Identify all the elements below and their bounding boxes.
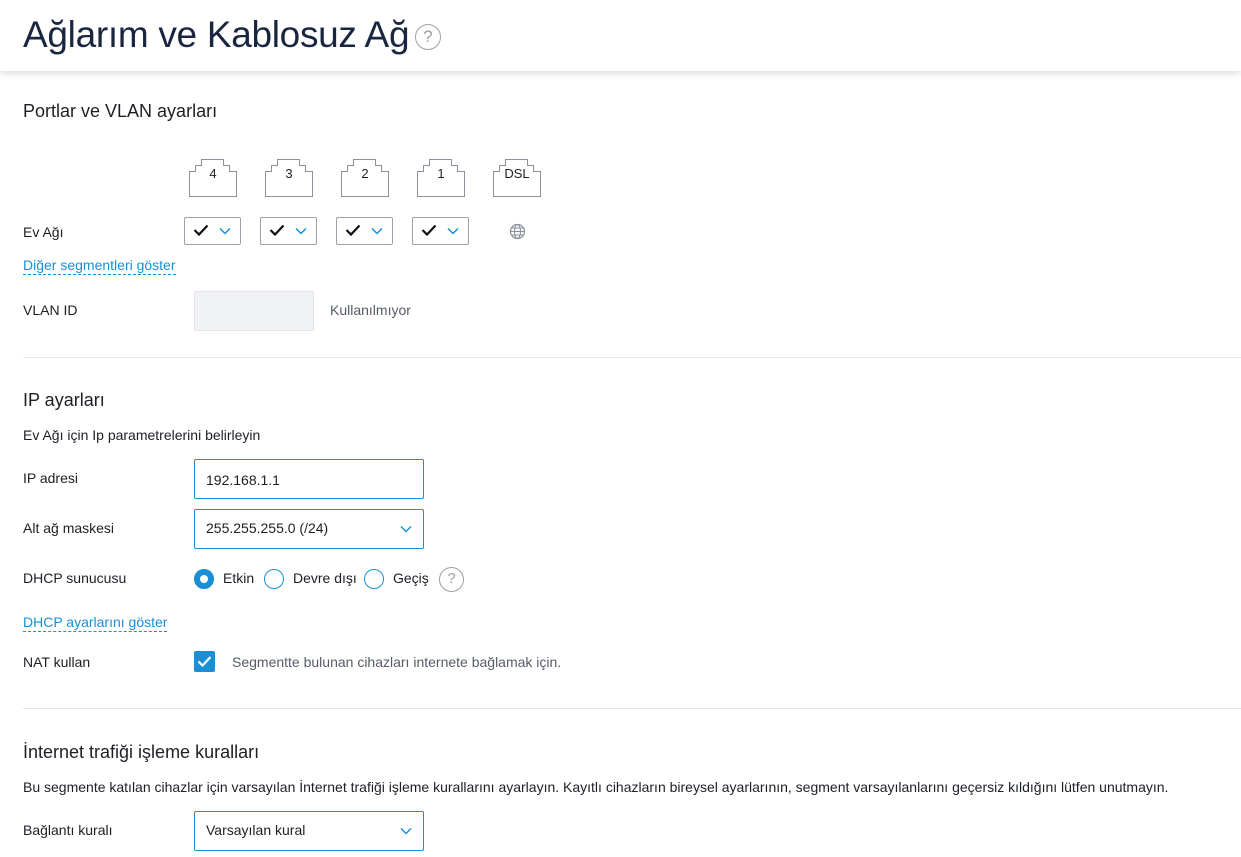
connection-rule-value: Varsayılan kural: [206, 822, 306, 838]
subnet-mask-label: Alt ağ maskesi: [23, 520, 115, 536]
segment-label: Ev Ağı: [23, 224, 64, 240]
page-header: Ağlarım ve Kablosuz Ağ ?: [0, 0, 1241, 71]
dhcp-disabled-radio[interactable]: [264, 569, 284, 589]
nat-description: Segmentte bulunan cihazları internete ba…: [232, 654, 562, 670]
port-label: DSL: [504, 166, 530, 181]
check-icon: [197, 656, 212, 668]
port-label: 1: [437, 166, 445, 181]
ports-section-title: Portlar ve VLAN ayarları: [23, 101, 218, 121]
chevron-down-icon: [371, 227, 383, 235]
port-1: 1: [417, 156, 467, 197]
port-2: 2: [341, 156, 391, 197]
section-divider: [23, 708, 1241, 709]
port-3-select[interactable]: [260, 217, 317, 245]
ip-section-title: IP ayarları: [23, 390, 105, 410]
ip-address-value: 192.168.1.1: [206, 472, 280, 488]
traffic-section-title: İnternet trafiği işleme kuralları: [23, 742, 260, 762]
show-other-segments-link[interactable]: Diğer segmentleri göster: [23, 257, 176, 275]
check-icon: [345, 224, 361, 237]
dhcp-relay-label[interactable]: Geçiş: [393, 570, 429, 586]
dhcp-help-icon[interactable]: ?: [439, 567, 464, 592]
subnet-mask-value: 255.255.255.0 (/24): [206, 520, 329, 536]
ip-section-description: Ev Ağı için Ip parametrelerini belirleyi…: [23, 427, 261, 443]
connection-rule-select[interactable]: Varsayılan kural: [194, 811, 424, 851]
show-dhcp-settings-link[interactable]: DHCP ayarlarını göster: [23, 614, 168, 632]
ip-address-label: IP adresi: [23, 470, 78, 486]
section-divider: [23, 357, 1241, 358]
dhcp-disabled-label[interactable]: Devre dışı: [293, 570, 357, 586]
port-label: 2: [361, 166, 369, 181]
port-3: 3: [265, 156, 315, 197]
help-icon[interactable]: ?: [415, 24, 441, 50]
check-icon: [421, 224, 437, 237]
port-4: 4: [189, 156, 239, 197]
vlan-id-input[interactable]: [194, 291, 314, 331]
subnet-mask-select[interactable]: 255.255.255.0 (/24): [194, 509, 424, 549]
port-label: 4: [209, 166, 217, 181]
dhcp-enabled-radio[interactable]: [194, 569, 214, 589]
nat-checkbox[interactable]: [194, 651, 215, 672]
page-title: Ağlarım ve Kablosuz Ağ: [23, 14, 410, 55]
traffic-section-description: Bu segmente katılan cihazlar için varsay…: [23, 779, 1169, 795]
nat-label: NAT kullan: [23, 654, 91, 670]
chevron-down-icon: [295, 227, 307, 235]
check-icon: [193, 224, 209, 237]
chevron-down-icon: [447, 227, 459, 235]
globe-icon: [509, 223, 526, 240]
vlan-status: Kullanılmıyor: [330, 302, 411, 318]
port-1-select[interactable]: [412, 217, 469, 245]
chevron-down-icon: [219, 227, 231, 235]
port-4-select[interactable]: [184, 217, 241, 245]
chevron-down-icon: [400, 525, 412, 533]
port-dsl: DSL: [493, 156, 543, 197]
dhcp-relay-radio[interactable]: [364, 569, 384, 589]
connection-rule-label: Bağlantı kuralı: [23, 822, 113, 838]
dhcp-enabled-label[interactable]: Etkin: [223, 570, 254, 586]
check-icon: [269, 224, 285, 237]
chevron-down-icon: [400, 827, 412, 835]
vlan-id-label: VLAN ID: [23, 302, 78, 318]
port-label: 3: [285, 166, 293, 181]
port-2-select[interactable]: [336, 217, 393, 245]
dhcp-server-label: DHCP sunucusu: [23, 570, 127, 586]
ip-address-input[interactable]: 192.168.1.1: [194, 459, 424, 499]
